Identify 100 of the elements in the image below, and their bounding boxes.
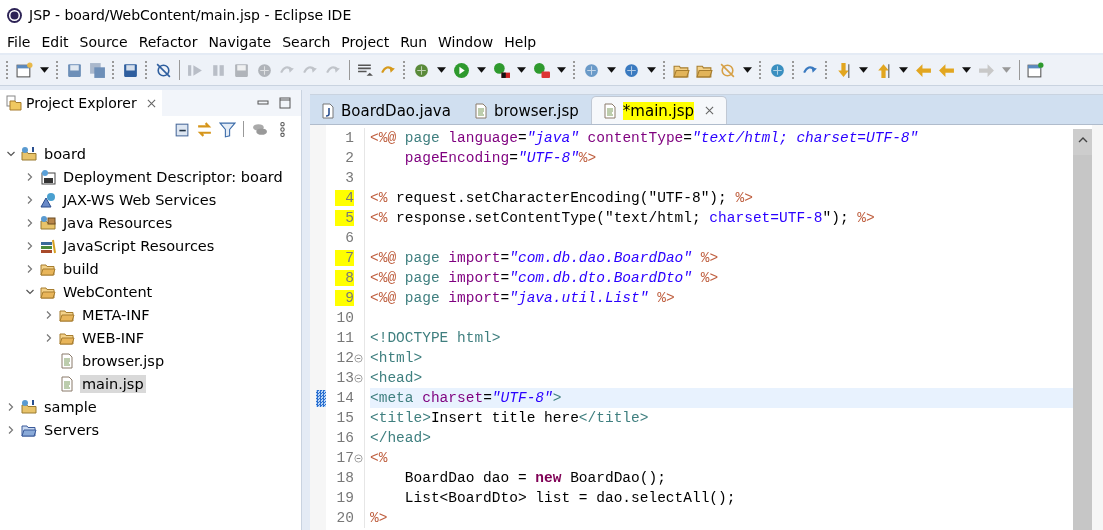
menu-item[interactable]: Edit	[36, 33, 74, 50]
line-number: 2	[344, 150, 354, 166]
editor-tab[interactable]: BoardDao.java	[310, 97, 463, 124]
dropdown-icon[interactable]	[859, 67, 868, 73]
fold-icon[interactable]	[354, 453, 363, 463]
file-icon	[472, 102, 489, 119]
dropdown-icon[interactable]	[437, 67, 446, 73]
tree-item[interactable]: Deployment Descriptor: board	[61, 167, 285, 186]
fold-icon[interactable]	[354, 373, 363, 383]
dropdown-icon[interactable]	[743, 67, 752, 73]
link-editor-icon[interactable]	[196, 120, 213, 138]
menu-item[interactable]: File	[2, 33, 36, 50]
line-number: 20	[335, 510, 354, 526]
run-tools-icon[interactable]	[533, 61, 550, 79]
dropdown-icon[interactable]	[40, 67, 49, 73]
tree-item[interactable]: build	[61, 259, 101, 278]
code-line: BoardDao dao = new BoardDao();	[403, 470, 666, 486]
close-icon[interactable]	[705, 106, 715, 115]
code-line: <%@ page import="java.util.List" %>	[370, 290, 675, 306]
file-icon	[601, 102, 618, 119]
dropdown-icon[interactable]	[899, 67, 908, 73]
pin-editor-icon[interactable]	[1027, 61, 1044, 79]
window-title: JSP - board/WebContent/main.jsp - Eclipse IDE	[29, 7, 352, 23]
tree-item[interactable]: board	[42, 144, 88, 163]
code-line: %>	[370, 510, 388, 526]
code-line: <title>Insert title here</title>	[370, 410, 649, 426]
code-line: <%@ page import="com.db.dao.BoardDao" %>	[370, 250, 719, 266]
dropdown-icon[interactable]	[607, 67, 616, 73]
tab-label: BoardDao.java	[341, 101, 451, 120]
project-icon	[21, 398, 37, 415]
line-number: 3	[344, 170, 354, 186]
filter-icon[interactable]	[219, 120, 236, 138]
code-line: <% request.setCharacterEncoding("UTF-8"); %>	[370, 190, 753, 206]
new-window-icon[interactable]	[16, 61, 33, 79]
line-number: 19	[335, 490, 354, 506]
dropdown-icon[interactable]	[477, 67, 486, 73]
skip-breakpoints-icon[interactable]	[155, 61, 172, 79]
save-all-icon[interactable]	[89, 61, 106, 79]
run-icon[interactable]	[453, 61, 470, 79]
java-file-icon	[320, 102, 336, 119]
line-number: 15	[335, 410, 354, 426]
tree-item[interactable]: META-INF	[80, 305, 152, 324]
line-number: 17	[335, 450, 354, 466]
run-server-icon[interactable]	[493, 61, 510, 79]
code-line: <head>	[370, 370, 423, 386]
line-number: 18	[335, 470, 354, 486]
dropdown-icon[interactable]	[557, 67, 566, 73]
books-icon	[40, 237, 56, 254]
previous-annotation-icon[interactable]	[875, 61, 892, 79]
menu-item[interactable]: Source	[74, 33, 133, 50]
file-icon	[59, 375, 75, 392]
word-wrap-icon[interactable]	[357, 61, 374, 79]
code-line: <html>	[370, 350, 423, 366]
tree-item[interactable]: main.jsp	[80, 374, 146, 393]
project-icon	[21, 145, 37, 162]
save-icon[interactable]	[66, 61, 83, 79]
view-tab[interactable]: Project Explorer	[0, 90, 162, 116]
tab-label: browser.jsp	[493, 101, 579, 120]
line-number: 13	[335, 370, 354, 386]
tree-item[interactable]: browser.jsp	[80, 351, 167, 370]
tree-item[interactable]: Java Resources	[61, 213, 175, 232]
editor-tab[interactable]: *main.jsp	[590, 96, 728, 124]
code-line: <!DOCTYPE html>	[370, 330, 501, 346]
tab-label: *main.jsp	[622, 101, 695, 120]
code-line: <meta charset="UTF-8">	[370, 390, 562, 406]
code-line: <%	[370, 450, 388, 466]
menu-item[interactable]: Search	[277, 33, 336, 50]
code-line: pageEncoding="UTF-8"%>	[403, 150, 597, 166]
tree-item[interactable]: WEB-INF	[80, 328, 147, 347]
menu-item[interactable]: Help	[499, 33, 542, 50]
app-icon	[6, 6, 23, 24]
tree-item[interactable]: JAX-WS Web Services	[61, 190, 219, 209]
dropdown-icon[interactable]	[962, 67, 971, 73]
dropdown-icon[interactable]	[517, 67, 526, 73]
descriptor-icon	[40, 168, 56, 185]
maximize-icon[interactable]	[279, 97, 291, 109]
line-number: 1	[344, 130, 354, 146]
web-service-icon	[40, 191, 56, 208]
tree-item[interactable]: WebContent	[61, 282, 155, 301]
menu-item[interactable]: Window	[433, 33, 499, 50]
line-number: 6	[344, 230, 354, 246]
menu-item[interactable]: Refactor	[133, 33, 203, 50]
menu-item[interactable]: Navigate	[203, 33, 277, 50]
dropdown-icon[interactable]	[647, 67, 656, 73]
line-number: 12	[335, 350, 354, 366]
explorer-icon	[6, 95, 22, 111]
code-line: <% response.setContentType("text/html; charset=UTF-8"); %>	[370, 210, 875, 226]
fold-icon[interactable]	[354, 353, 363, 363]
line-number: 10	[335, 310, 354, 326]
file-icon	[59, 352, 75, 369]
code-line: <%@ page import="com.db.dto.BoardDto" %>	[370, 270, 719, 286]
menu-item[interactable]: Project	[336, 33, 395, 50]
close-icon[interactable]	[146, 98, 156, 108]
tree-item[interactable]: sample	[42, 397, 99, 416]
tree-item[interactable]: JavaScript Resources	[61, 236, 217, 255]
scroll-up-icon[interactable]	[1077, 137, 1088, 143]
menu-item[interactable]: Run	[395, 33, 433, 50]
editor-tab[interactable]: browser.jsp	[462, 97, 591, 124]
code-line: List<BoardDto> list = dao.selectAll();	[403, 490, 736, 506]
tree-item[interactable]: Servers	[42, 420, 102, 439]
